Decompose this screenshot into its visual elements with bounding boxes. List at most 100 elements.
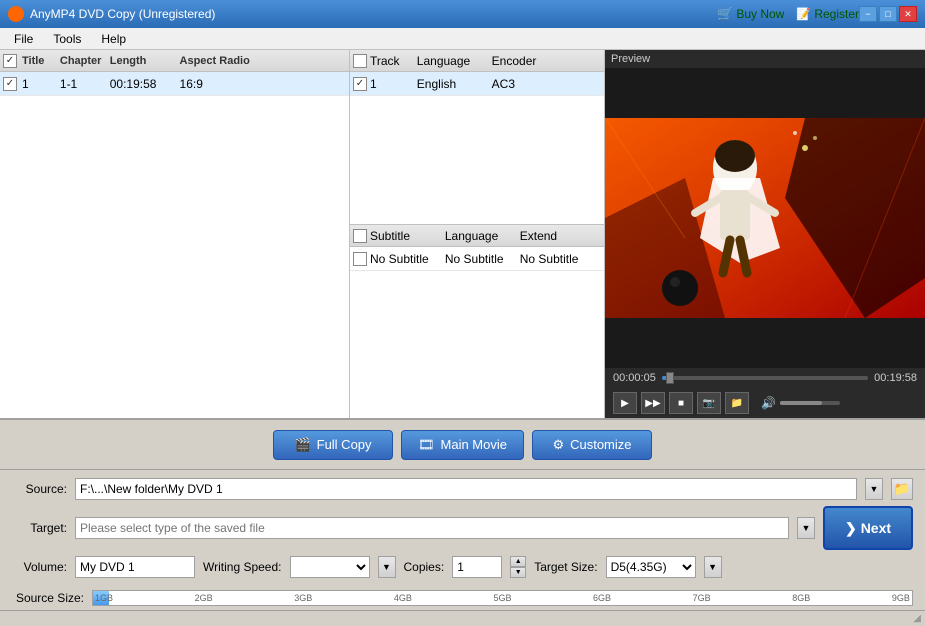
copies-down-button[interactable]: ▼ (510, 567, 526, 578)
customize-label: Customize (570, 437, 631, 452)
subtitle-row-check (350, 252, 370, 266)
menu-file[interactable]: File (4, 30, 43, 48)
volume-slider[interactable] (780, 401, 840, 405)
source-folder-button[interactable]: 📁 (891, 478, 913, 500)
track-subtitle-panel: Track Language Encoder 1 English AC3 Sub… (350, 50, 605, 418)
controls-bar: ▶ ▶▶ ■ 📷 📁 🔊 (605, 388, 925, 418)
header-track: Track (370, 54, 417, 68)
full-copy-button[interactable]: 🎬 Full Copy (273, 430, 393, 460)
target-size-dropdown-button[interactable]: ▼ (704, 556, 722, 578)
select-all-checkbox[interactable] (3, 54, 17, 68)
copies-input[interactable] (452, 556, 502, 578)
track-row[interactable]: 1 English AC3 (350, 72, 604, 96)
track-section: Track Language Encoder 1 English AC3 (350, 50, 604, 225)
full-copy-label: Full Copy (317, 437, 372, 452)
header-track-language: Language (417, 54, 492, 68)
subtitle-language: No Subtitle (445, 252, 520, 266)
copies-spinner: ▲ ▼ (510, 556, 526, 578)
track-encoder: AC3 (492, 77, 604, 91)
full-copy-icon: 🎬 (294, 437, 310, 453)
preview-label: Preview (605, 50, 925, 68)
size-bar-labels: 1GB 2GB 3GB 4GB 5GB 6GB 7GB 8GB 9GB (93, 591, 912, 605)
volume-control: 🔊 (761, 396, 840, 410)
stop-button[interactable]: ■ (669, 392, 693, 414)
time-slider[interactable] (662, 376, 868, 380)
next-chevron-icon: ❯ (845, 520, 857, 537)
register-button[interactable]: 📝 Register (796, 7, 859, 21)
maximize-button[interactable]: □ (879, 6, 897, 22)
subtitle-checkbox[interactable] (353, 252, 367, 266)
copies-up-button[interactable]: ▲ (510, 556, 526, 567)
title-row[interactable]: 1 1-1 00:19:58 16:9 (0, 72, 349, 96)
tick-9gb: 9GB (892, 593, 910, 603)
menu-help[interactable]: Help (91, 30, 136, 48)
target-dropdown-button[interactable]: ▼ (797, 517, 815, 539)
source-input[interactable] (75, 478, 857, 500)
minimize-button[interactable]: − (859, 6, 877, 22)
subtitle-row[interactable]: No Subtitle No Subtitle No Subtitle (350, 247, 604, 271)
row-checkbox[interactable] (3, 77, 17, 91)
time-bar: 00:00:05 00:19:58 (605, 368, 925, 388)
time-slider-thumb[interactable] (666, 372, 674, 384)
tick-6gb: 6GB (593, 593, 611, 603)
header-length: Length (110, 55, 180, 67)
writing-speed-select[interactable] (290, 556, 370, 578)
source-size-row: Source Size: 1GB 2GB 3GB 4GB 5GB 6GB 7GB… (0, 586, 925, 610)
header-extend: Extend (520, 229, 604, 243)
tick-5gb: 5GB (493, 593, 511, 603)
track-header-check (350, 54, 370, 68)
folder-button[interactable]: 📁 (725, 392, 749, 414)
subtitle-select-all[interactable] (353, 229, 367, 243)
main-movie-label: Main Movie (441, 437, 507, 452)
menu-tools[interactable]: Tools (43, 30, 91, 48)
cart-icon: 🛒 (717, 6, 733, 22)
row-chapter: 1-1 (60, 77, 110, 91)
target-size-select[interactable]: D5(4.35G) (606, 556, 696, 578)
row-title: 1 (20, 77, 60, 91)
track-select-all[interactable] (353, 54, 367, 68)
buy-now-label: Buy Now (736, 7, 784, 21)
source-row: Source: ▼ 📁 (12, 478, 913, 500)
screenshot-button[interactable]: 📷 (697, 392, 721, 414)
main-movie-button[interactable]: 🎞 Main Movie (401, 430, 524, 460)
play-button[interactable]: ▶ (613, 392, 637, 414)
volume-input[interactable] (75, 556, 195, 578)
track-checkbox[interactable] (353, 77, 367, 91)
source-size-bar: 1GB 2GB 3GB 4GB 5GB 6GB 7GB 8GB 9GB (92, 590, 913, 606)
tick-2gb: 2GB (195, 593, 213, 603)
customize-icon: ⚙ (552, 437, 564, 453)
row-aspect: 16:9 (180, 77, 349, 91)
header-encoder: Encoder (492, 54, 604, 68)
header-subtitle: Subtitle (370, 229, 445, 243)
tick-7gb: 7GB (693, 593, 711, 603)
volume-icon: 🔊 (761, 396, 776, 410)
register-icon: 📝 (796, 7, 811, 21)
source-label: Source: (12, 482, 67, 496)
target-input[interactable] (75, 517, 789, 539)
source-dropdown-button[interactable]: ▼ (865, 478, 883, 500)
title-bar: AnyMP4 DVD Copy (Unregistered) 🛒 Buy Now… (0, 0, 925, 28)
main-content: Title Chapter Length Aspect Radio 1 1-1 … (0, 50, 925, 420)
header-sub-language: Language (445, 229, 520, 243)
app-title: AnyMP4 DVD Copy (Unregistered) (30, 7, 717, 21)
subtitle-extend: No Subtitle (520, 252, 604, 266)
source-size-label: Source Size: (12, 591, 84, 605)
buy-now-button[interactable]: 🛒 Buy Now (717, 6, 784, 22)
main-movie-icon: 🎞 (418, 437, 435, 453)
time-current: 00:00:05 (613, 372, 656, 384)
customize-button[interactable]: ⚙ Customize (532, 430, 652, 460)
next-button[interactable]: ❯ Next (823, 506, 913, 550)
time-total: 00:19:58 (874, 372, 917, 384)
volume-fill (780, 401, 822, 405)
title-table-header: Title Chapter Length Aspect Radio (0, 50, 349, 72)
target-row: Target: ▼ (12, 517, 815, 539)
tick-4gb: 4GB (394, 593, 412, 603)
resize-grip: ◢ (913, 613, 921, 624)
fast-forward-button[interactable]: ▶▶ (641, 392, 665, 414)
header-chapter: Chapter (60, 55, 110, 67)
speed-dropdown-button[interactable]: ▼ (378, 556, 396, 578)
close-button[interactable]: ✕ (899, 6, 917, 22)
subtitle-table-header: Subtitle Language Extend (350, 225, 604, 247)
track-number: 1 (370, 77, 417, 91)
app-logo (8, 6, 24, 22)
